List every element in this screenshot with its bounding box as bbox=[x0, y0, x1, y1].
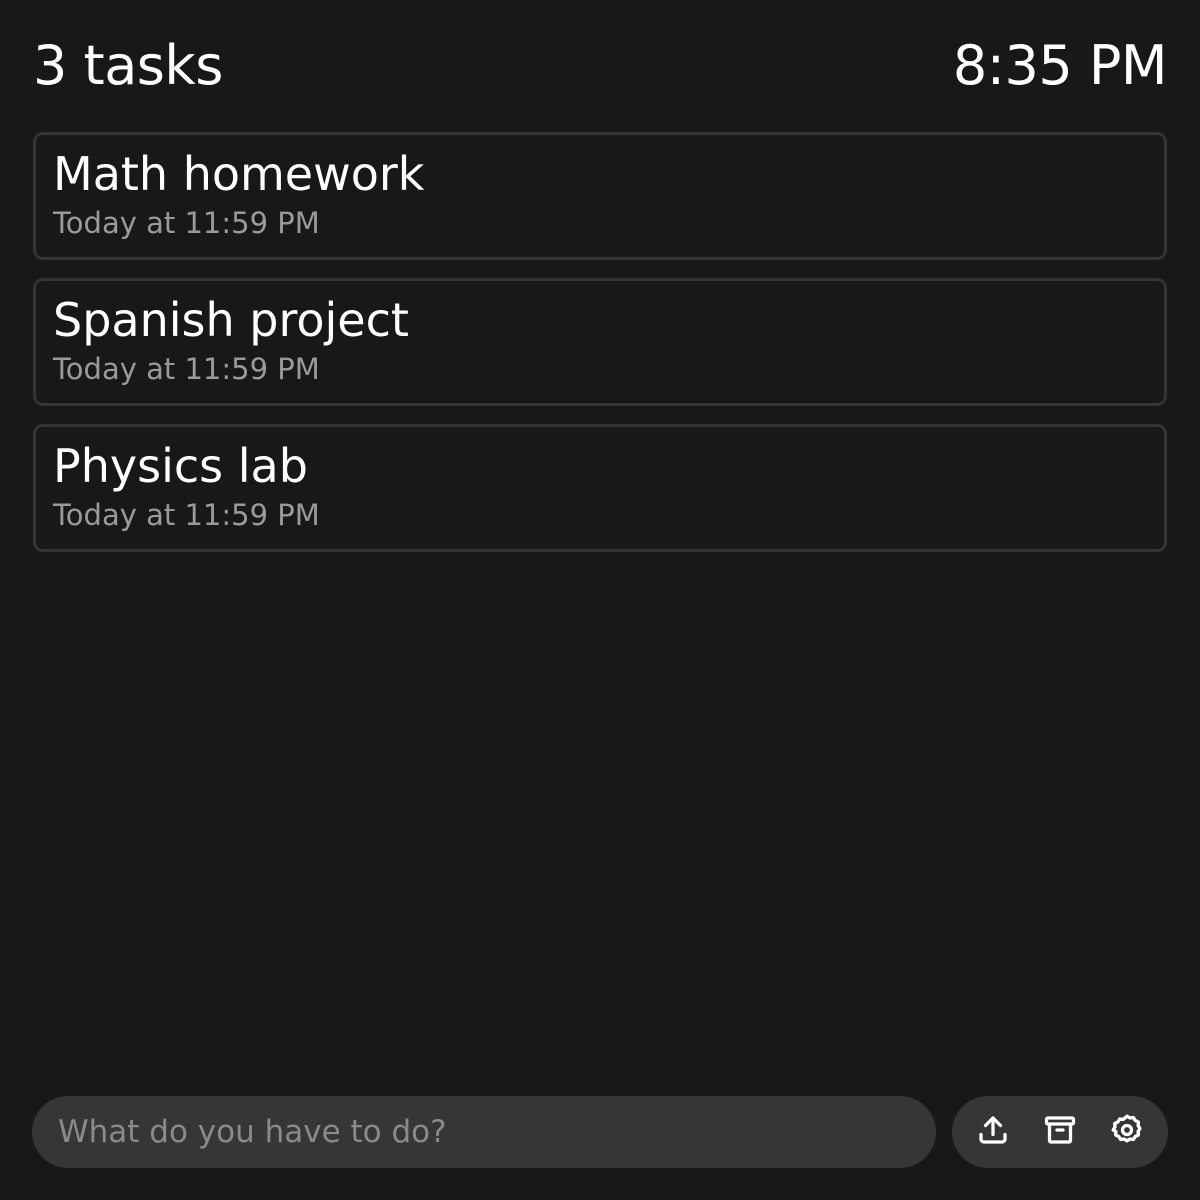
task-list: Math homework Today at 11:59 PM Spanish … bbox=[33, 132, 1167, 570]
task-card[interactable]: Math homework Today at 11:59 PM bbox=[33, 132, 1167, 260]
bottom-bar bbox=[32, 1096, 1168, 1168]
new-task-composer bbox=[32, 1096, 936, 1168]
task-title: Physics lab bbox=[53, 439, 308, 493]
task-card[interactable]: Physics lab Today at 11:59 PM bbox=[33, 424, 1167, 552]
upload-button[interactable] bbox=[965, 1104, 1021, 1160]
task-due-date: Today at 11:59 PM bbox=[53, 206, 320, 240]
gear-icon bbox=[1109, 1112, 1145, 1152]
upload-icon bbox=[975, 1112, 1011, 1152]
new-task-input[interactable] bbox=[56, 1113, 912, 1151]
task-count: 3 tasks bbox=[33, 33, 223, 97]
task-due-date: Today at 11:59 PM bbox=[53, 498, 320, 532]
archive-icon bbox=[1042, 1112, 1078, 1152]
task-title: Spanish project bbox=[53, 293, 409, 347]
task-card[interactable]: Spanish project Today at 11:59 PM bbox=[33, 278, 1167, 406]
task-title: Math homework bbox=[53, 147, 425, 201]
settings-button[interactable] bbox=[1099, 1104, 1155, 1160]
header: 3 tasks 8:35 PM bbox=[33, 30, 1168, 100]
clock: 8:35 PM bbox=[952, 33, 1168, 97]
toolbar bbox=[952, 1096, 1168, 1168]
archive-button[interactable] bbox=[1032, 1104, 1088, 1160]
task-due-date: Today at 11:59 PM bbox=[53, 352, 320, 386]
